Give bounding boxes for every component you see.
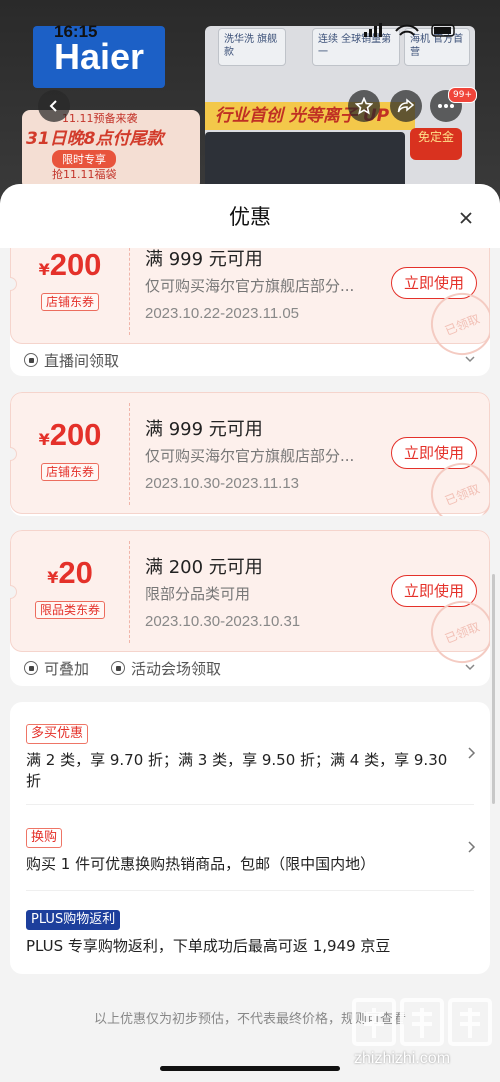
coupon-value: ¥20 限品类东券: [11, 531, 129, 653]
status-time: 16:15: [54, 22, 98, 41]
promo-text: PLUS 专享购物返利，下单成功后最高可返 1,949 京豆: [26, 937, 391, 955]
more-dots-icon: [438, 104, 454, 108]
promo-plus-rebate: PLUS购物返利 PLUS 专享购物返利，下单成功后最高可返 1,949 京豆: [26, 908, 466, 957]
favorite-button[interactable]: [348, 90, 380, 122]
coupon-3: ¥20 限品类东券 满 200 元可用 限部分品类可用 2023.10.30-2…: [10, 530, 490, 673]
divider: [26, 890, 474, 891]
chevron-right-icon[interactable]: [466, 840, 476, 854]
close-icon: [460, 212, 472, 224]
coupon-source: 直播间领取: [44, 351, 120, 370]
coupon-divider: [129, 403, 130, 505]
chevron-right-icon[interactable]: [466, 746, 476, 760]
coupon-type-tag: 限品类东券: [34, 601, 106, 619]
promo-panel: 11.11预备来袭 31日晚8点付尾款 限时专享 抢11.11福袋: [22, 110, 200, 190]
coupon-desc: 仅可购买海尔官方旗舰店部分...: [145, 447, 355, 465]
chevron-down-icon[interactable]: [464, 661, 476, 673]
app-screen: Haier 11.11预备来袭 31日晚8点付尾款 限时专享 抢11.11福袋 …: [0, 0, 500, 1082]
feature-tile-1: 洗华洗 旗舰款: [218, 28, 286, 66]
sheet-header: 优惠: [0, 184, 500, 248]
coupon-condition: 满 999 元可用: [145, 419, 263, 440]
home-indicator[interactable]: [160, 1066, 340, 1071]
discount-badge: 免定金: [410, 128, 462, 160]
coupon-2: ¥200 店铺东券 满 999 元可用 仅可购买海尔官方旗舰店部分... 202…: [10, 392, 490, 516]
coupon-amount: 20: [58, 555, 93, 590]
promo-line-2: 31日晚8点付尾款: [26, 129, 164, 149]
back-button[interactable]: [38, 90, 70, 122]
coupon-desc: 限部分品类可用: [145, 585, 251, 603]
coupon-card-3: ¥20 限品类东券 满 200 元可用 限部分品类可用 2023.10.30-2…: [10, 530, 490, 686]
promo-line-3: 抢11.11福袋: [52, 168, 117, 181]
discount-sheet: 优惠 ¥200 店铺东券 满 999 元可用 仅可购买海尔官方旗舰店部分... …: [0, 184, 500, 1082]
coupon-divider: [129, 541, 130, 643]
slogan-banner: 行业首创 光等离子 UP: [205, 102, 415, 130]
promo-text: 购买 1 件可优惠换购热销商品，包邮（限中国内地）: [26, 855, 376, 873]
coupon-value: ¥200 店铺东券: [11, 393, 129, 515]
scrollbar[interactable]: [492, 574, 495, 804]
coupon-date: 2023.10.30-2023.11.13: [145, 475, 300, 492]
promo-multi-buy[interactable]: 多买优惠 满 2 类，享 9.70 折；满 3 类，享 9.50 折；满 4 类…: [26, 722, 466, 792]
sheet-title: 优惠: [229, 205, 271, 229]
sheet-content[interactable]: ¥200 店铺东券 满 999 元可用 仅可购买海尔官方旗舰店部分... 202…: [0, 248, 500, 1082]
promo-text: 满 2 类，享 9.70 折；满 3 类，享 9.50 折；满 4 类，享 9.…: [26, 751, 448, 790]
venue-icon: [111, 661, 126, 675]
promo-tag: 多买优惠: [26, 724, 89, 744]
coupon-footer-1: 直播间领取: [10, 344, 490, 376]
signal-icon: [364, 23, 455, 37]
divider: [26, 804, 474, 805]
coupon-condition: 满 999 元可用: [145, 249, 263, 270]
coupon-divider: [129, 248, 130, 335]
chevron-left-icon: [49, 100, 57, 112]
coupon-currency: ¥: [38, 430, 50, 449]
coupon-desc: 仅可购买海尔官方旗舰店部分...: [145, 277, 355, 295]
watermark-logo: [352, 998, 492, 1046]
watermark-text: zhizhizhi.com: [354, 1050, 451, 1067]
coupon-amount: 200: [49, 248, 102, 282]
coupon-card-1: ¥200 店铺东券 满 999 元可用 仅可购买海尔官方旗舰店部分... 202…: [10, 248, 490, 376]
coupon-footer-3: 可叠加 活动会场领取: [10, 652, 490, 684]
chevron-down-icon[interactable]: [464, 353, 476, 365]
coupon-date: 2023.10.30-2023.10.31: [145, 613, 301, 630]
close-button[interactable]: [452, 204, 480, 232]
promo-tag: 换购: [26, 828, 63, 848]
coupon-value: ¥200 店铺东券: [11, 248, 129, 345]
promo-exchange[interactable]: 换购 购买 1 件可优惠换购热销商品，包邮（限中国内地）: [26, 826, 466, 875]
coupon-condition: 满 200 元可用: [145, 557, 263, 578]
watermark: zhizhizhi.com: [346, 994, 500, 1082]
star-icon: [355, 97, 373, 115]
coupon-amount: 200: [49, 417, 102, 452]
share-button[interactable]: [390, 90, 422, 122]
coupon-date: 2023.10.22-2023.11.05: [145, 305, 300, 322]
promotions-card: 多买优惠 满 2 类，享 9.70 折；满 3 类，享 9.50 折；满 4 类…: [10, 702, 490, 974]
coupon-currency: ¥: [47, 568, 59, 587]
live-icon: [24, 353, 38, 367]
share-icon: [397, 98, 415, 113]
status-icons: [360, 22, 460, 38]
brand-logo: Haier: [33, 26, 165, 88]
coupon-card-2: ¥200 店铺东券 满 999 元可用 仅可购买海尔官方旗舰店部分... 202…: [10, 392, 490, 516]
stackable-icon: [24, 661, 38, 675]
coupon-source: 活动会场领取: [131, 659, 222, 678]
stackable-label: 可叠加: [44, 659, 90, 678]
plus-tag: PLUS购物返利: [26, 910, 121, 930]
coupon-1: ¥200 店铺东券 满 999 元可用 仅可购买海尔官方旗舰店部分... 202…: [10, 248, 490, 365]
message-badge: 99+: [448, 87, 477, 103]
coupon-type-tag: 店铺东券: [40, 293, 100, 311]
coupon-type-tag: 店铺东券: [40, 463, 100, 481]
coupon-currency: ¥: [38, 260, 50, 279]
